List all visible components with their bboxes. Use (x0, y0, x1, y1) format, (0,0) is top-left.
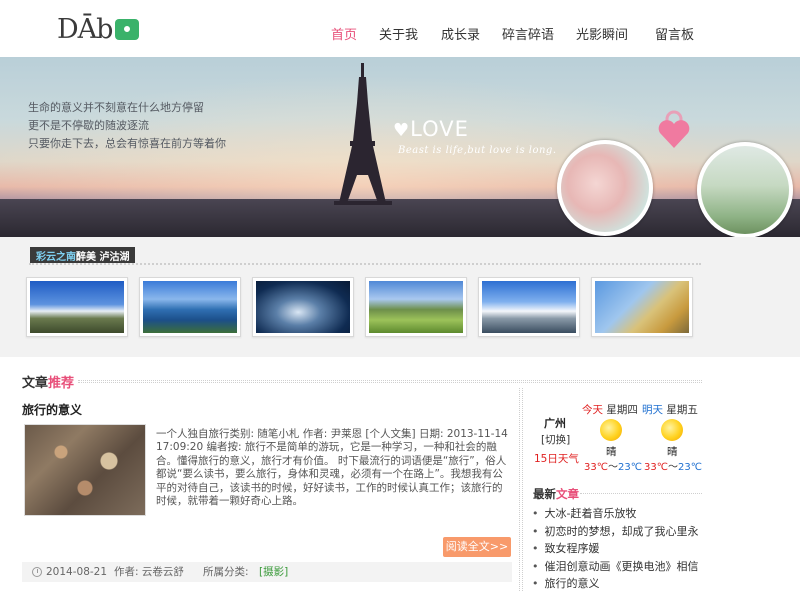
banner-quote-3: 只要你走下去，总会有惊喜在前方等着你 (28, 137, 226, 150)
latest-item[interactable]: 大冰-赶着音乐放牧 (530, 505, 705, 523)
nav-home[interactable]: 首页 (331, 24, 357, 43)
photo-gallery: 彩云之南醉美 泸沽湖 (0, 237, 800, 357)
clock-icon (32, 567, 42, 577)
eiffel-tower-icon (334, 63, 392, 205)
sunny-icon (600, 419, 622, 441)
lock-icon (658, 110, 690, 148)
latest-divider (580, 493, 702, 494)
gallery-thumb[interactable] (478, 277, 580, 337)
love-heading: ♥LOVE (393, 117, 469, 141)
latest-heading-b: 文章 (556, 487, 579, 501)
banner-ground (0, 199, 800, 237)
banner-quote-2: 更不是不停歇的随波逐流 (28, 119, 149, 132)
latest-item[interactable]: 致女程序媛 (530, 540, 705, 558)
nav-guestbook[interactable]: 留言板 (655, 24, 694, 43)
nav-growth[interactable]: 成长录 (441, 24, 480, 43)
gallery-photo (30, 281, 124, 333)
logo-text: DĀb (57, 13, 113, 45)
weather-day2-sep: ～ (667, 462, 678, 473)
gallery-photo (482, 281, 576, 333)
site-logo[interactable]: DĀb (57, 13, 140, 45)
sunny-icon (661, 419, 683, 441)
weather-day1-high: 33℃ (584, 462, 608, 473)
weather-day1-header: 今天 星期四 (582, 402, 638, 417)
weather-day1-temp: 33℃～23℃ (584, 458, 642, 473)
weather-city: 广州 (544, 417, 566, 430)
weather-widget: 广州 [切换] 15日天气 今天 星期四 晴 33℃～23℃ 明天 星期五 晴 … (528, 398, 703, 478)
weather-day2-temp: 33℃～23℃ (644, 458, 702, 473)
gallery-photo (143, 281, 237, 333)
love-script: Beast is life,but love is long. (398, 145, 557, 156)
read-more-button[interactable]: 阅读全文>> (443, 537, 511, 557)
nav-photos[interactable]: 光影瞬间 (576, 24, 628, 43)
latest-item[interactable]: 催泪创意动画《更换电池》相信 (530, 558, 705, 576)
article-meta: 2014-08-21 作者: 云卷云舒 所属分类: [摄影] (22, 562, 512, 582)
latest-item[interactable]: 初恋时的梦想，却成了我心里永 (530, 523, 705, 541)
weather-day2-low: 23℃ (677, 462, 702, 473)
article-title[interactable]: 旅行的意义 (22, 401, 82, 418)
nav-notes[interactable]: 碎言碎语 (502, 24, 554, 43)
love-text: LOVE (410, 117, 469, 141)
latest-item[interactable]: 旅行的意义 (530, 575, 705, 593)
latest-heading: 最新文章 (533, 486, 579, 502)
weather-day2-high: 33℃ (644, 462, 668, 473)
recommend-heading-b: 推荐 (48, 376, 75, 391)
weather-day2-name: 星期五 (666, 404, 698, 416)
weather-day1-prefix: 今天 (582, 404, 603, 416)
gallery-title-highlight: 彩云之南 (36, 252, 76, 263)
weather-day1-sep: ～ (607, 462, 618, 473)
article-thumbnail[interactable] (24, 424, 146, 516)
weather-day1-low: 23℃ (617, 462, 642, 473)
gallery-thumb[interactable] (139, 277, 241, 337)
meta-author: 作者: 云卷云舒 (114, 566, 184, 578)
weather-day1-name: 星期四 (606, 404, 638, 416)
gallery-thumb[interactable] (252, 277, 354, 337)
weather-forecast-date: 15日天气 (534, 453, 579, 465)
gallery-thumb[interactable] (26, 277, 128, 337)
recommend-heading-a: 文章 (22, 376, 49, 391)
nav-about[interactable]: 关于我 (379, 24, 418, 43)
weather-day2-header: 明天 星期五 (642, 402, 698, 417)
meta-category-link[interactable]: [摄影] (259, 562, 288, 582)
weather-day1-condition: 晴 (606, 446, 617, 458)
section-divider (78, 380, 702, 383)
hero-banner: 生命的意义并不刻意在什么地方停留 更不是不停歇的随波逐流 只要你走下去，总会有惊… (0, 57, 800, 237)
gallery-title-rest: 醉美 泸沽湖 (76, 252, 130, 263)
meta-category-label: 所属分类: (203, 566, 249, 578)
latest-heading-a: 最新 (533, 487, 556, 501)
avatar-photo-right[interactable] (697, 142, 793, 237)
gallery-photo (595, 281, 689, 333)
latest-list: 大冰-赶着音乐放牧 初恋时的梦想，却成了我心里永 致女程序媛 催泪创意动画《更换… (530, 505, 705, 593)
weather-day2-prefix: 明天 (642, 404, 663, 416)
article-summary: 一个人独自旅行类别: 随笔小札 作者: 尹莱恩 [个人文集] 日期: 2013-… (156, 428, 508, 508)
weather-day2-condition: 晴 (667, 446, 678, 458)
camera-icon (115, 18, 140, 40)
banner-quote-1: 生命的意义并不刻意在什么地方停留 (28, 101, 204, 114)
weather-switch[interactable]: [切换] (541, 432, 570, 447)
recommend-heading: 文章推荐 (22, 372, 74, 391)
gallery-photo (256, 281, 350, 333)
avatar-photo-left[interactable] (557, 140, 653, 236)
gallery-title: 彩云之南醉美 泸沽湖 (30, 247, 136, 263)
meta-date: 2014-08-21 (46, 566, 108, 578)
gallery-photo (369, 281, 463, 333)
gallery-thumb[interactable] (591, 277, 693, 337)
heart-icon: ♥ (393, 120, 411, 141)
column-divider (519, 388, 523, 591)
gallery-thumb[interactable] (365, 277, 467, 337)
site-header: DĀb 首页 关于我 成长录 碎言碎语 光影瞬间 留言板 (0, 0, 800, 57)
